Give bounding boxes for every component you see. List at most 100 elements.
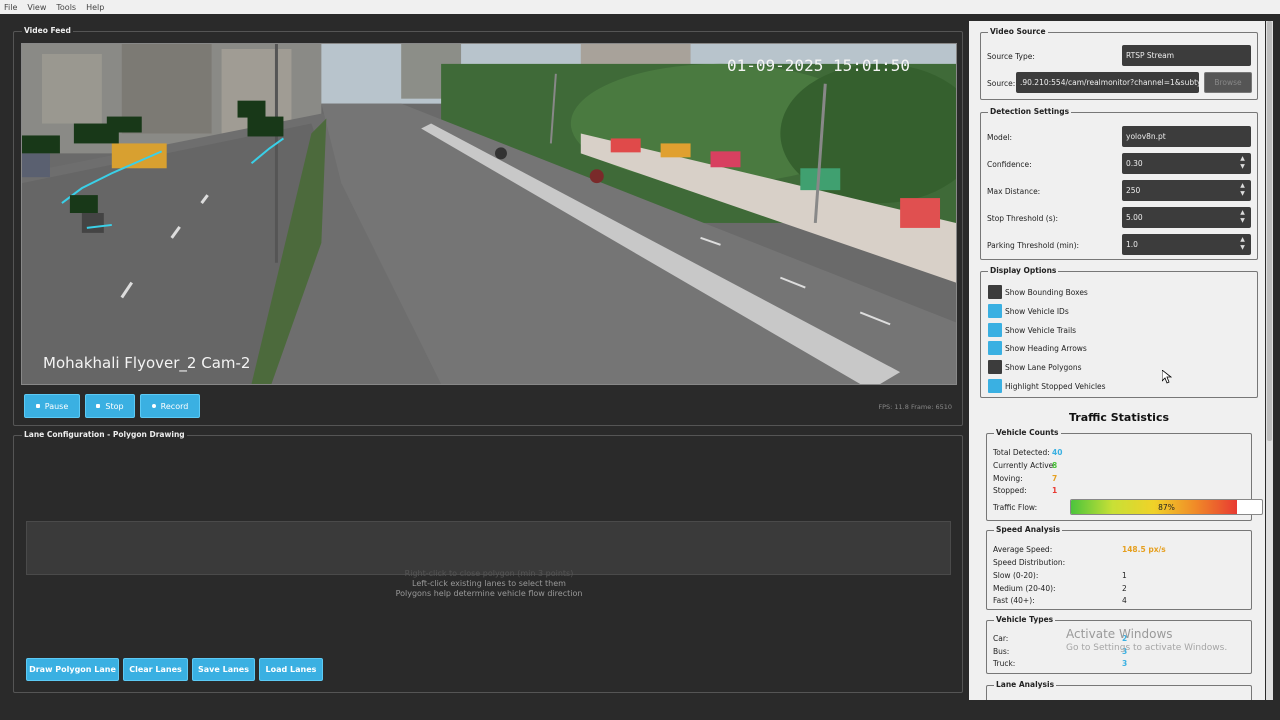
parking-threshold-spinner[interactable]: ▲ ▼ xyxy=(1238,236,1247,252)
record-label: Record xyxy=(160,401,189,411)
fast-label: Fast (40+): xyxy=(993,596,1035,605)
detection-settings-title: Detection Settings xyxy=(988,107,1072,116)
pause-icon xyxy=(35,404,40,408)
vehicle-types-title: Vehicle Types xyxy=(994,615,1056,624)
highlight-stopped-checkbox[interactable] xyxy=(988,379,1002,393)
source-type-label: Source Type: xyxy=(987,52,1035,61)
confidence-spinner[interactable]: ▲ ▼ xyxy=(1238,155,1247,171)
spin-up-icon[interactable]: ▲ xyxy=(1238,209,1247,217)
traffic-statistics-title: Traffic Statistics xyxy=(1068,411,1170,424)
heading-arrows-label[interactable]: Show Heading Arrows xyxy=(1005,344,1087,353)
model-input[interactable]: yolov8n.pt xyxy=(1122,126,1251,147)
display-options-group: Display Options Show Bounding Boxes Show… xyxy=(980,266,1258,398)
slow-label: Slow (0-20): xyxy=(993,571,1039,580)
video-feed-title: Video Feed xyxy=(22,26,73,35)
moving-value: 7 xyxy=(1052,474,1058,483)
max-distance-spinner[interactable]: ▲ ▼ xyxy=(1238,182,1247,198)
mouse-cursor-icon xyxy=(1162,370,1172,384)
settings-scrollbar-thumb[interactable] xyxy=(1267,21,1272,441)
vehicle-counts-title: Vehicle Counts xyxy=(994,428,1061,437)
lane-hint-3: Polygons help determine vehicle flow dir… xyxy=(395,589,583,598)
video-source-group: Video Source Source Type: RTSP Stream So… xyxy=(980,27,1258,100)
confidence-value: 0.30 xyxy=(1126,159,1143,168)
stopped-label: Stopped: xyxy=(993,486,1027,495)
source-label: Source: xyxy=(987,79,1016,88)
vehicle-ids-checkbox[interactable] xyxy=(988,304,1002,318)
parking-threshold-label: Parking Threshold (min): xyxy=(987,241,1080,250)
heading-arrows-checkbox[interactable] xyxy=(988,341,1002,355)
lane-polygons-checkbox[interactable] xyxy=(988,360,1002,374)
source-type-select[interactable]: RTSP Stream xyxy=(1122,45,1251,66)
menu-tools[interactable]: Tools xyxy=(56,3,76,12)
road-scene-image xyxy=(22,44,956,384)
currently-active-value: 8 xyxy=(1052,461,1058,470)
stop-threshold-spinbox[interactable]: 5.00 ▲ ▼ xyxy=(1122,207,1251,228)
activate-windows-title: Activate Windows xyxy=(1066,627,1173,641)
detection-settings-group: Detection Settings Model: yolov8n.pt Con… xyxy=(980,107,1258,260)
spin-up-icon[interactable]: ▲ xyxy=(1238,155,1247,163)
truck-label: Truck: xyxy=(993,659,1016,668)
medium-label: Medium (20-40): xyxy=(993,584,1056,593)
spin-down-icon[interactable]: ▼ xyxy=(1238,217,1247,225)
vehicle-counts-group: Vehicle Counts Total Detected: 40 Curren… xyxy=(986,428,1263,521)
confidence-label: Confidence: xyxy=(987,160,1032,169)
traffic-flow-text: 87% xyxy=(1158,502,1175,512)
stop-threshold-value: 5.00 xyxy=(1126,213,1143,222)
record-button[interactable]: Record xyxy=(140,394,200,418)
moving-label: Moving: xyxy=(993,474,1023,483)
menu-help[interactable]: Help xyxy=(86,3,104,12)
max-distance-spinbox[interactable]: 250 ▲ ▼ xyxy=(1122,180,1251,201)
max-distance-value: 250 xyxy=(1126,186,1141,195)
average-speed-label: Average Speed: xyxy=(993,545,1053,554)
spin-down-icon[interactable]: ▼ xyxy=(1238,190,1247,198)
spin-down-icon[interactable]: ▼ xyxy=(1238,163,1247,171)
lane-analysis-group: Lane Analysis xyxy=(986,680,1252,700)
stop-threshold-spinner[interactable]: ▲ ▼ xyxy=(1238,209,1247,225)
lane-hint-1: Right-click to close polygon (min 3 poin… xyxy=(404,569,574,578)
parking-threshold-spinbox[interactable]: 1.0 ▲ ▼ xyxy=(1122,234,1251,255)
menu-view[interactable]: View xyxy=(27,3,46,12)
bounding-boxes-checkbox[interactable] xyxy=(988,285,1002,299)
speed-analysis-group: Speed Analysis Average Speed: 148.5 px/s… xyxy=(986,525,1252,610)
bounding-boxes-label[interactable]: Show Bounding Boxes xyxy=(1005,288,1088,297)
pause-button[interactable]: Pause xyxy=(24,394,80,418)
browse-button[interactable]: Browse xyxy=(1204,72,1252,93)
vehicle-ids-label[interactable]: Show Vehicle IDs xyxy=(1005,307,1069,316)
lane-hint-2: Left-click existing lanes to select them xyxy=(412,579,566,588)
menu-bar: File View Tools Help xyxy=(0,0,1280,14)
confidence-spinbox[interactable]: 0.30 ▲ ▼ xyxy=(1122,153,1251,174)
lane-config-title: Lane Configuration - Polygon Drawing xyxy=(22,430,187,439)
stop-button[interactable]: Stop xyxy=(85,394,135,418)
menu-file[interactable]: File xyxy=(4,3,17,12)
speed-distribution-label: Speed Distribution: xyxy=(993,558,1066,567)
spin-down-icon[interactable]: ▼ xyxy=(1238,244,1247,252)
save-lanes-button[interactable]: Save Lanes xyxy=(192,658,255,681)
vehicle-trails-checkbox[interactable] xyxy=(988,323,1002,337)
spin-up-icon[interactable]: ▲ xyxy=(1238,236,1247,244)
parking-threshold-value: 1.0 xyxy=(1126,240,1138,249)
lane-config-group: Lane Configuration - Polygon Drawing Rig… xyxy=(13,430,963,693)
bus-label: Bus: xyxy=(993,647,1010,656)
video-source-title: Video Source xyxy=(988,27,1048,36)
pause-label: Pause xyxy=(44,401,69,411)
fast-value: 4 xyxy=(1122,596,1127,605)
lane-polygons-label[interactable]: Show Lane Polygons xyxy=(1005,363,1082,372)
video-feed-group: Video Feed 01-09-2025 15:01:50 Mohakhali… xyxy=(13,26,963,426)
video-frame[interactable]: 01-09-2025 15:01:50 Mohakhali Flyover_2 … xyxy=(21,43,957,385)
vehicle-trails-label[interactable]: Show Vehicle Trails xyxy=(1005,326,1076,335)
stop-threshold-label: Stop Threshold (s): xyxy=(987,214,1059,223)
load-lanes-button[interactable]: Load Lanes xyxy=(259,658,323,681)
video-timestamp: 01-09-2025 15:01:50 xyxy=(727,56,911,75)
highlight-stopped-label[interactable]: Highlight Stopped Vehicles xyxy=(1005,382,1106,391)
draw-polygon-lane-button[interactable]: Draw Polygon Lane xyxy=(26,658,119,681)
max-distance-label: Max Distance: xyxy=(987,187,1041,196)
total-detected-value: 40 xyxy=(1052,448,1063,457)
model-label: Model: xyxy=(987,133,1013,142)
spin-up-icon[interactable]: ▲ xyxy=(1238,182,1247,190)
slow-value: 1 xyxy=(1122,571,1127,580)
clear-lanes-button[interactable]: Clear Lanes xyxy=(123,658,188,681)
speed-analysis-title: Speed Analysis xyxy=(994,525,1063,534)
car-label: Car: xyxy=(993,634,1009,643)
source-input[interactable]: .90.210:554/cam/realmonitor?channel=1&su… xyxy=(1016,72,1199,93)
lane-drawing-canvas[interactable] xyxy=(26,521,951,575)
